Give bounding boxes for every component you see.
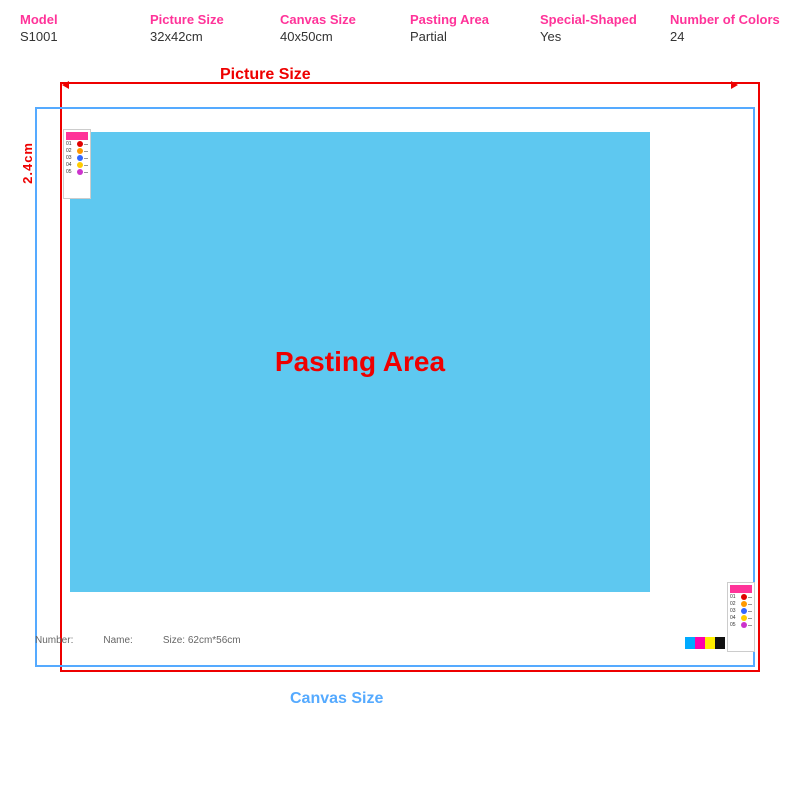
- header-value: Yes: [540, 29, 640, 44]
- header-label: Pasting Area: [410, 12, 510, 27]
- bottom-number: Number:: [35, 635, 73, 646]
- header-value: S1001: [20, 29, 120, 44]
- header-col-model: Model S1001: [20, 12, 120, 44]
- header-label: Number of Colors: [670, 12, 780, 27]
- picture-size-label: Picture Size: [220, 66, 311, 84]
- header-label: Model: [20, 12, 120, 27]
- bottom-name: Name:: [103, 635, 132, 646]
- cmyk-cyan: [685, 637, 695, 649]
- header-col-picture-size: Picture Size 32x42cm: [150, 12, 250, 44]
- bottom-size: Size: 62cm*56cm: [163, 635, 241, 646]
- header-value: 24: [670, 29, 780, 44]
- cmyk-black: [715, 637, 725, 649]
- pasting-area-box: Pasting Area: [70, 132, 650, 592]
- vertical-dimension-label: 2.4cm: [20, 142, 35, 184]
- header-label: Canvas Size: [280, 12, 380, 27]
- color-strip-bottom-right: 01 02 03 04 05: [727, 582, 755, 652]
- header-value: Partial: [410, 29, 510, 44]
- diagram-area: Picture Size 2.4cm Canvas Size Pasting A…: [20, 52, 780, 712]
- header-label: Special-Shaped: [540, 12, 640, 27]
- picture-size-arrow-left: [62, 81, 69, 89]
- cmyk-yellow: [705, 637, 715, 649]
- header-value: 40x50cm: [280, 29, 380, 44]
- bottom-info-strip: Number: Name: Size: 62cm*56cm: [35, 631, 655, 649]
- canvas-size-label: Canvas Size: [290, 690, 383, 708]
- header-col-canvas-size: Canvas Size 40x50cm: [280, 12, 380, 44]
- header-col-number-of-colors: Number of Colors 24: [670, 12, 780, 44]
- header-col-special-shaped: Special-Shaped Yes: [540, 12, 640, 44]
- pasting-area-label: Pasting Area: [275, 346, 445, 378]
- cmyk-magenta: [695, 637, 705, 649]
- header-col-pasting-area: Pasting Area Partial: [410, 12, 510, 44]
- cmyk-color-bar: [685, 637, 725, 649]
- header-info-row: Model S1001 Picture Size 32x42cm Canvas Size…: [0, 0, 800, 52]
- color-strip-top-left: 01 02 03 04 05: [63, 129, 91, 199]
- picture-size-arrow-right: [731, 81, 738, 89]
- header-label: Picture Size: [150, 12, 250, 27]
- header-value: 32x42cm: [150, 29, 250, 44]
